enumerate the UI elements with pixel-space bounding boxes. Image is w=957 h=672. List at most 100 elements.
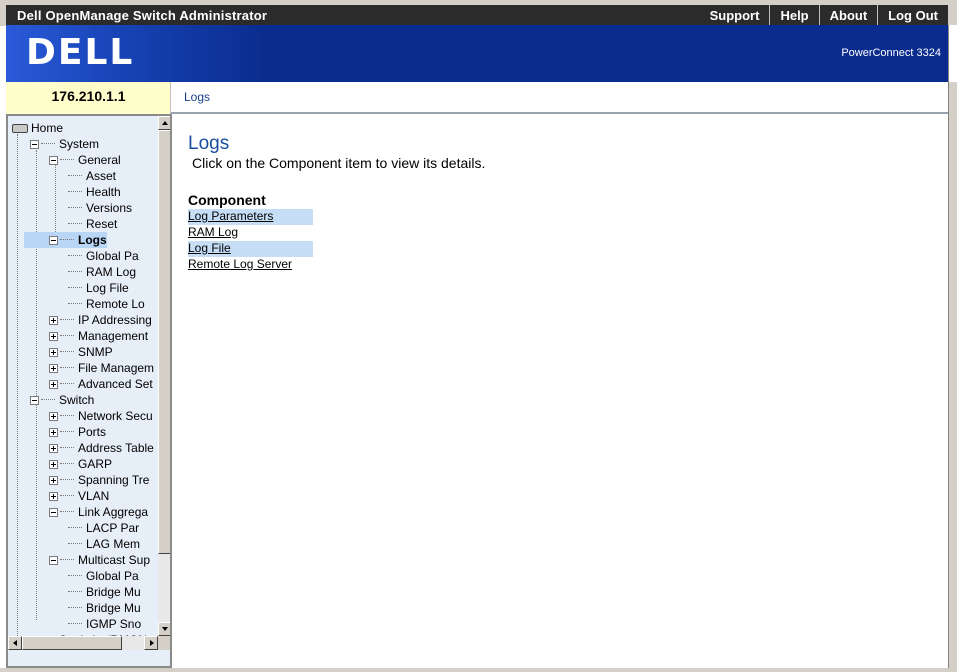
tree-item-bridge-mu[interactable]: Bridge Mu [68,600,141,616]
ip-panel: 176.210.1.1 [6,82,171,114]
tree-item-label: System [59,137,100,151]
tree-connector [68,303,82,304]
horizontal-scrollbar[interactable] [8,636,158,650]
tree-item-link-aggrega[interactable]: Link Aggrega [49,504,148,520]
tree-item-label: Spanning Tre [78,473,150,487]
arrow-down-icon [162,627,168,631]
tree-item-label: Switch [59,393,95,407]
tree-item-label: Global Pa [86,249,139,263]
tree-item-label: Link Aggrega [78,505,149,519]
expand-icon[interactable] [49,460,58,469]
tree-connector [68,175,82,176]
horizontal-scroll-thumb[interactable] [22,636,122,650]
tree-connector [60,415,74,416]
collapse-icon[interactable] [49,508,58,517]
expand-icon[interactable] [49,316,58,325]
collapse-icon[interactable] [49,236,58,245]
log-file-link[interactable]: Log File [188,241,313,257]
help-link[interactable]: Help [769,5,818,25]
about-link[interactable]: About [818,5,878,25]
tree-item-label: Home [31,121,64,135]
collapse-icon[interactable] [30,140,39,149]
tree-item-versions[interactable]: Versions [68,200,132,216]
tree-item-label: Bridge Mu [86,585,141,599]
support-link[interactable]: Support [700,5,770,25]
navigation-tree-pane: Home System General Asset Health Versions Rese… [6,114,172,668]
collapse-icon[interactable] [49,556,58,565]
tree-guide-line [36,150,37,620]
tree-item-spanning-tre[interactable]: Spanning Tre [49,472,149,488]
tree-item-label: RAM Log [86,265,137,279]
scroll-right-button[interactable] [144,636,158,650]
expand-icon[interactable] [49,492,58,501]
tree-item-advanced-set[interactable]: Advanced Set [49,376,153,392]
vertical-scrollbar[interactable] [158,116,170,636]
expand-icon[interactable] [49,428,58,437]
tree-item-remote-lo[interactable]: Remote Lo [68,296,145,312]
tree-item-igmp-sno[interactable]: IGMP Sno [68,616,141,632]
tree-item-label: IP Addressing [78,313,152,327]
tree-connector [68,255,82,256]
tree-item-ram-log[interactable]: RAM Log [68,264,136,280]
tree-item-ip-addressing[interactable]: IP Addressing [49,312,152,328]
tree-connector [60,447,74,448]
tree-item-ports[interactable]: Ports [49,424,106,440]
tree-item-global-pa[interactable]: Global Pa [68,568,139,584]
tree-item-health[interactable]: Health [68,184,121,200]
expand-icon[interactable] [49,348,58,357]
tree-item-logs[interactable]: Logs [24,232,107,248]
scroll-down-button[interactable] [158,622,170,636]
logout-link[interactable]: Log Out [877,5,948,25]
tree-item-snmp[interactable]: SNMP [49,344,113,360]
tree-item-switch[interactable]: Switch [30,392,94,408]
scroll-left-button[interactable] [8,636,22,650]
tree-connector [68,207,82,208]
title-bar-inner: Dell OpenManage Switch Administrator Sup… [6,5,948,25]
tree-item-file-managem[interactable]: File Managem [49,360,154,376]
device-ip: 176.210.1.1 [51,88,126,104]
tree-item-label: Ports [78,425,107,439]
home-icon [12,124,28,133]
tree-item-vlan[interactable]: VLAN [49,488,109,504]
tree-item-reset[interactable]: Reset [68,216,117,232]
tree-item-garp[interactable]: GARP [49,456,112,472]
tree-item-general[interactable]: General [49,152,121,168]
tree-item-asset[interactable]: Asset [68,168,116,184]
tree-item-log-file[interactable]: Log File [68,280,129,296]
tree-item-bridge-mu[interactable]: Bridge Mu [68,584,141,600]
tree-item-network-secu[interactable]: Network Secu [49,408,153,424]
tree-item-multicast-sup[interactable]: Multicast Sup [49,552,150,568]
expand-icon[interactable] [49,444,58,453]
log-parameters-link[interactable]: Log Parameters [188,209,313,225]
tree-item-home[interactable]: Home [12,120,63,136]
tree-connector [68,543,82,544]
arrow-right-icon [150,640,154,646]
expand-icon[interactable] [49,412,58,421]
tree-connector [60,351,74,352]
expand-icon[interactable] [49,380,58,389]
expand-icon[interactable] [49,364,58,373]
expand-icon[interactable] [49,476,58,485]
tree-connector [60,319,74,320]
tree-item-label: Global Pa [86,569,139,583]
tree-item-address-table[interactable]: Address Table [49,440,154,456]
tree-connector [60,335,74,336]
collapse-icon[interactable] [30,396,39,405]
expand-icon[interactable] [49,332,58,341]
scroll-up-button[interactable] [158,116,170,130]
remote-log-server-link[interactable]: Remote Log Server [188,257,313,273]
tree-connector [60,559,74,560]
breadcrumb-bar: Logs [171,82,948,114]
window-edge [948,25,957,82]
tree-item-management[interactable]: Management [49,328,148,344]
vertical-scroll-thumb[interactable] [158,130,170,554]
scrollbar-corner [158,636,170,650]
breadcrumb[interactable]: Logs [184,90,210,104]
collapse-icon[interactable] [49,156,58,165]
tree-item-lag-mem[interactable]: LAG Mem [68,536,140,552]
page-instructions: Click on the Component item to view its … [192,155,486,171]
tree-item-system[interactable]: System [30,136,99,152]
tree-item-global-pa[interactable]: Global Pa [68,248,139,264]
tree-item-lacp-par[interactable]: LACP Par [68,520,139,536]
ram-log-link[interactable]: RAM Log [188,225,313,241]
